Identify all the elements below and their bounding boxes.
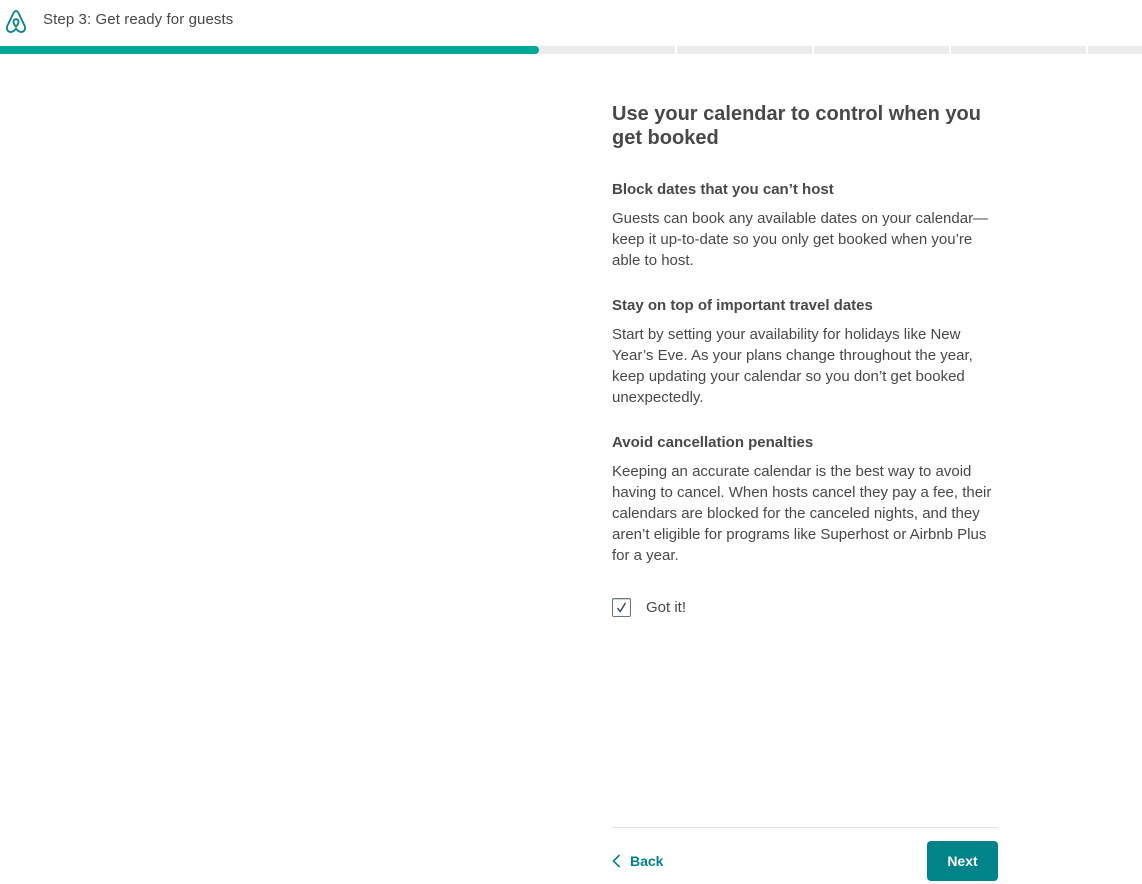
got-it-label: Got it! xyxy=(646,598,687,616)
progress-segment-divider xyxy=(949,46,951,54)
airbnb-logo-icon[interactable] xyxy=(4,9,28,35)
progress-segment-divider xyxy=(675,46,677,54)
footer-divider xyxy=(612,827,998,828)
section-title: Avoid cancellation penalties xyxy=(612,434,814,451)
chevron-left-icon xyxy=(612,854,621,868)
section-cancellation-penalties: Avoid cancellation penalties Keeping an … xyxy=(612,433,1004,566)
top-bar: Step 3: Get ready for guests xyxy=(0,0,1142,46)
progress-bar xyxy=(0,46,1142,54)
step-title: Step 3: Get ready for guests xyxy=(43,11,234,28)
progress-fill xyxy=(0,46,539,54)
back-button[interactable]: Back xyxy=(612,850,663,872)
main-content: Use your calendar to control when you ge… xyxy=(612,102,1004,564)
section-travel-dates: Stay on top of important travel dates St… xyxy=(612,296,1004,408)
section-body: Keeping an accurate calendar is the best… xyxy=(612,463,992,564)
section-body: Start by setting your availability for h… xyxy=(612,326,973,406)
checkmark-icon xyxy=(616,602,627,613)
progress-segment-divider xyxy=(812,46,814,54)
got-it-checkbox-row[interactable]: Got it! xyxy=(612,596,686,618)
progress-segment-divider xyxy=(1086,46,1088,54)
got-it-checkbox[interactable] xyxy=(612,597,631,617)
section-body: Guests can book any available dates on y… xyxy=(612,210,989,269)
section-block-dates: Block dates that you can’t host Guests c… xyxy=(612,180,1004,271)
next-button[interactable]: Next xyxy=(927,841,998,881)
back-label: Back xyxy=(630,853,664,869)
section-title: Stay on top of important travel dates xyxy=(612,297,873,314)
page-title: Use your calendar to control when you ge… xyxy=(612,103,981,149)
section-title: Block dates that you can’t host xyxy=(612,181,834,198)
